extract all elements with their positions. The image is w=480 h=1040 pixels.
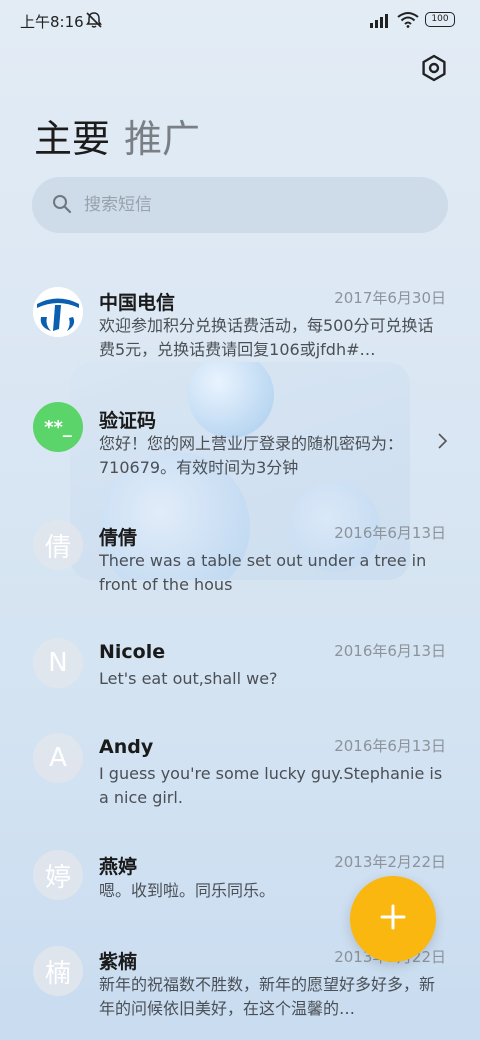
tab-main[interactable]: 主要 bbox=[34, 112, 110, 166]
mute-icon bbox=[84, 10, 104, 34]
avatar: 婷 bbox=[33, 850, 83, 900]
message-row-verification-code[interactable]: **_ 验证码 您好！您的网上营业厅登录的随机密码为：710679。有效时间为3… bbox=[0, 400, 480, 500]
avatar: 楠 bbox=[33, 946, 83, 996]
status-time: 上午8:16 bbox=[20, 13, 84, 31]
sender-name: 中国电信 bbox=[99, 292, 176, 314]
message-preview: 您好！您的网上营业厅登录的随机密码为：710679。有效时间为3分钟 bbox=[99, 434, 404, 477]
gear-hex-icon bbox=[420, 54, 448, 86]
battery-icon: 100 bbox=[425, 12, 455, 27]
message-date: 2016年6月13日 bbox=[334, 642, 446, 660]
settings-button[interactable] bbox=[416, 52, 452, 88]
tab-promotions[interactable]: 推广 bbox=[124, 112, 200, 166]
avatar: 倩 bbox=[33, 520, 83, 570]
message-preview: I guess you're some lucky guy.Stephanie … bbox=[99, 764, 443, 807]
sender-name: 验证码 bbox=[99, 410, 157, 432]
sender-name: Nicole bbox=[99, 641, 166, 663]
signal-icon bbox=[370, 12, 392, 32]
message-row-qianqian[interactable]: 倩 倩倩 2016年6月13日 There was a table set ou… bbox=[0, 518, 480, 618]
sender-name: 紫楠 bbox=[99, 951, 138, 973]
message-date: 2016年6月13日 bbox=[334, 524, 446, 542]
new-message-button[interactable] bbox=[350, 876, 436, 962]
category-tabs: 主要 推广 bbox=[34, 112, 200, 166]
message-preview: Let's eat out,shall we? bbox=[99, 669, 278, 688]
wifi-icon bbox=[397, 11, 419, 32]
search-bar[interactable] bbox=[32, 177, 448, 233]
search-input[interactable] bbox=[84, 177, 424, 233]
message-date: 2017年6月30日 bbox=[334, 289, 446, 307]
sender-name: Andy bbox=[99, 736, 154, 758]
avatar: A bbox=[33, 733, 83, 783]
message-row-nicole[interactable]: N Nicole 2016年6月13日 Let's eat out,shall … bbox=[0, 636, 480, 736]
message-date: 2013年2月22日 bbox=[334, 853, 446, 871]
sender-name: 倩倩 bbox=[99, 527, 138, 549]
search-icon bbox=[52, 194, 72, 218]
avatar: N bbox=[33, 638, 83, 688]
message-row-andy[interactable]: A Andy 2016年6月13日 I guess you're some lu… bbox=[0, 731, 480, 831]
plus-icon bbox=[379, 903, 407, 935]
china-telecom-logo-icon bbox=[33, 287, 83, 337]
status-bar: 上午8:16 100 bbox=[0, 0, 480, 40]
chevron-right-icon[interactable] bbox=[436, 432, 448, 454]
message-preview: There was a table set out under a tree i… bbox=[99, 551, 427, 594]
sender-name: 燕婷 bbox=[99, 856, 138, 878]
message-preview: 新年的祝福数不胜数，新年的愿望好多好多，新年的问候依旧美好，在这个温馨的… bbox=[99, 975, 436, 1018]
code-avatar: **_ bbox=[33, 402, 83, 452]
message-preview: 欢迎参加积分兑换话费活动，每500分可兑换话费5元，兑换话费请回复106或jfd… bbox=[99, 316, 434, 359]
message-date: 2016年6月13日 bbox=[334, 737, 446, 755]
